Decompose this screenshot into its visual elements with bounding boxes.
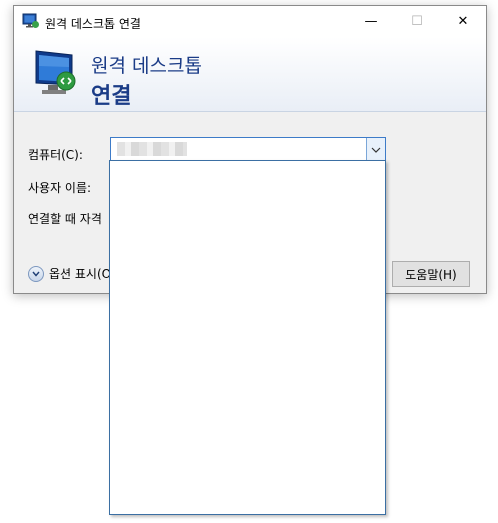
maximize-button[interactable]: ☐ bbox=[394, 6, 440, 37]
remote-desktop-icon bbox=[22, 13, 40, 29]
minimize-icon: — bbox=[364, 14, 378, 29]
header-banner: 원격 데스크톱 연결 bbox=[14, 37, 486, 112]
computer-dropdown-list[interactable] bbox=[109, 160, 386, 515]
banner-title-line2: 연결 bbox=[91, 84, 132, 109]
remote-desktop-monitor-icon bbox=[32, 47, 80, 99]
computer-combobox[interactable] bbox=[110, 137, 386, 161]
chevron-down-icon bbox=[371, 142, 381, 156]
combobox-dropdown-button[interactable] bbox=[366, 138, 385, 160]
window-title: 원격 데스크톱 연결 bbox=[45, 17, 141, 31]
computer-label: 컴퓨터(C): bbox=[28, 148, 83, 162]
maximize-icon: ☐ bbox=[411, 14, 423, 29]
title-bar[interactable]: 원격 데스크톱 연결 — ☐ ✕ bbox=[14, 6, 486, 37]
close-button[interactable]: ✕ bbox=[440, 6, 486, 37]
show-options-label: 옵션 표시(O) bbox=[49, 267, 116, 281]
computer-input-blurred[interactable] bbox=[117, 142, 187, 156]
banner-title-line1: 원격 데스크톱 bbox=[91, 55, 202, 77]
username-label: 사용자 이름: bbox=[28, 181, 92, 195]
credentials-label: 연결할 때 자격 bbox=[28, 212, 102, 226]
chevron-down-circle-icon bbox=[28, 265, 44, 282]
help-button[interactable]: 도움말(H) bbox=[392, 261, 470, 287]
minimize-button[interactable]: — bbox=[348, 6, 394, 37]
show-options-toggle[interactable]: 옵션 표시(O) bbox=[28, 265, 116, 282]
close-icon: ✕ bbox=[457, 14, 469, 29]
